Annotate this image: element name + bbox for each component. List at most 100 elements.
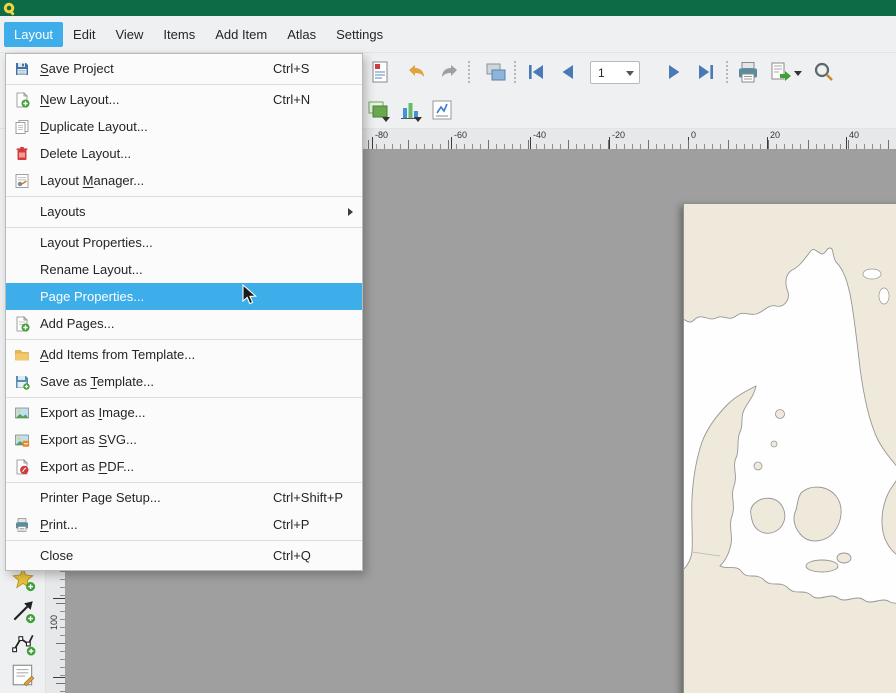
redo-button[interactable] <box>438 60 462 84</box>
report-icon <box>368 60 392 84</box>
statistics-summary-button[interactable] <box>430 98 454 122</box>
menu-item-label: Print... <box>40 517 78 532</box>
export-svg-icon <box>11 432 33 448</box>
menu-item-page-properties[interactable]: Page Properties... <box>6 283 362 310</box>
menu-item-label: Save as Template... <box>40 374 154 389</box>
menu-item-label: Add Pages... <box>40 316 114 331</box>
toolbar-separator <box>726 61 728 83</box>
combobox-caret-icon <box>626 71 634 76</box>
new-layout-icon <box>11 92 33 108</box>
menu-item-label: Close <box>40 548 73 563</box>
menu-item-save-as-template[interactable]: Save as Template... <box>6 368 362 395</box>
menu-item-add-items-from-template[interactable]: Add Items from Template... <box>6 341 362 368</box>
menu-item-label: New Layout... <box>40 92 120 107</box>
atlas-page-value: 1 <box>598 66 605 80</box>
menu-item-rename-layout[interactable]: Rename Layout... <box>6 256 362 283</box>
zoom-full-button[interactable] <box>812 60 836 84</box>
print-atlas-button[interactable] <box>736 60 760 84</box>
save-template-icon <box>11 374 33 390</box>
statistics-icon <box>430 98 454 122</box>
menu-item-new-layout[interactable]: New Layout...Ctrl+N <box>6 86 362 113</box>
menu-item-label: Export as Image... <box>40 405 146 420</box>
ruler-label: 40 <box>849 130 859 140</box>
menu-item-close[interactable]: CloseCtrl+Q <box>6 542 362 569</box>
ruler-label: 20 <box>770 130 780 140</box>
undo-button[interactable] <box>404 60 428 84</box>
export-pdf-icon <box>11 459 33 475</box>
layout-page[interactable] <box>683 203 896 693</box>
atlas-first-button[interactable] <box>524 60 548 84</box>
add-html-button[interactable] <box>10 662 36 688</box>
first-feature-icon <box>524 60 548 84</box>
menu-item-layout-properties[interactable]: Layout Properties... <box>6 229 362 256</box>
menu-item-label: Printer Page Setup... <box>40 490 161 505</box>
menubar-item-items[interactable]: Items <box>153 22 205 47</box>
menu-item-shortcut: Ctrl+S <box>273 61 309 76</box>
menu-separator <box>6 196 362 197</box>
menu-item-shortcut: Ctrl+P <box>273 517 309 532</box>
export-atlas-dropdown-caret-icon[interactable] <box>794 71 802 76</box>
atlas-prev-button[interactable] <box>556 60 580 84</box>
menubar-item-layout[interactable]: Layout <box>4 22 63 47</box>
ruler-tick <box>846 137 847 149</box>
menu-item-export-as-image[interactable]: Export as Image... <box>6 399 362 426</box>
undo-icon <box>404 60 428 84</box>
submenu-arrow-icon <box>348 208 353 216</box>
menu-item-shortcut: Ctrl+Shift+P <box>273 490 343 505</box>
menu-separator <box>6 227 362 228</box>
previous-feature-icon <box>556 60 580 84</box>
ruler-tick <box>767 137 768 149</box>
menubar-item-add-item[interactable]: Add Item <box>205 22 277 47</box>
export-image-icon <box>11 405 33 421</box>
menu-item-label: Duplicate Layout... <box>40 119 148 134</box>
menu-item-printer-page-setup[interactable]: Printer Page Setup... Ctrl+Shift+P <box>6 484 362 511</box>
menu-item-duplicate-layout[interactable]: Duplicate Layout... <box>6 113 362 140</box>
add-item-dropdown-button[interactable] <box>366 98 390 122</box>
ruler-label: -40 <box>533 130 546 140</box>
menu-item-layouts[interactable]: Layouts <box>6 198 362 225</box>
ruler-tick <box>609 137 610 149</box>
last-feature-icon <box>694 60 718 84</box>
export-report-button[interactable] <box>368 60 392 84</box>
menu-separator <box>6 397 362 398</box>
menu-item-label: Export as PDF... <box>40 459 134 474</box>
add-chart-dropdown-button[interactable] <box>398 98 422 122</box>
menu-item-delete-layout[interactable]: Delete Layout... <box>6 140 362 167</box>
atlas-settings-button[interactable] <box>484 60 508 84</box>
menu-separator <box>6 84 362 85</box>
ruler-label: -20 <box>612 130 625 140</box>
titlebar <box>0 0 896 16</box>
menubar-item-edit[interactable]: Edit <box>63 22 105 47</box>
atlas-next-button[interactable] <box>662 60 686 84</box>
dropdown-caret-icon <box>414 117 422 122</box>
menubar-item-view[interactable]: View <box>105 22 153 47</box>
magnifier-icon <box>812 60 836 84</box>
add-html-icon <box>10 662 36 688</box>
menu-item-save-project[interactable]: Save ProjectCtrl+S <box>6 55 362 82</box>
add-arrow-icon <box>10 598 36 624</box>
ruler-tick <box>530 137 531 149</box>
atlas-last-button[interactable] <box>694 60 718 84</box>
map-item <box>684 204 896 693</box>
qgis-layout-window: LayoutEditViewItemsAdd ItemAtlasSettings… <box>0 0 896 693</box>
menu-item-label: Page Properties... <box>40 289 144 304</box>
menu-item-export-as-svg[interactable]: Export as SVG... <box>6 426 362 453</box>
atlas-page-combobox[interactable]: 1 <box>590 61 640 84</box>
menu-item-export-as-pdf[interactable]: Export as PDF... <box>6 453 362 480</box>
menu-item-layout-manager[interactable]: Layout Manager... <box>6 167 362 194</box>
export-atlas-button[interactable] <box>768 60 792 84</box>
add-arrow-button[interactable] <box>10 598 36 624</box>
dropdown-caret-icon <box>382 117 390 122</box>
menubar-item-settings[interactable]: Settings <box>326 22 393 47</box>
mouse-cursor <box>242 284 257 306</box>
ruler-tick <box>688 137 689 149</box>
menu-item-print[interactable]: Print... Ctrl+P <box>6 511 362 538</box>
add-node-item-button[interactable] <box>10 630 36 656</box>
ruler-label: -80 <box>375 130 388 140</box>
menu-item-add-pages[interactable]: Add Pages... <box>6 310 362 337</box>
menubar-item-atlas[interactable]: Atlas <box>277 22 326 47</box>
printer-icon <box>736 60 760 84</box>
menu-item-label: Layout Properties... <box>40 235 153 250</box>
menu-item-label: Rename Layout... <box>40 262 143 277</box>
menubar: LayoutEditViewItemsAdd ItemAtlasSettings <box>0 16 896 53</box>
